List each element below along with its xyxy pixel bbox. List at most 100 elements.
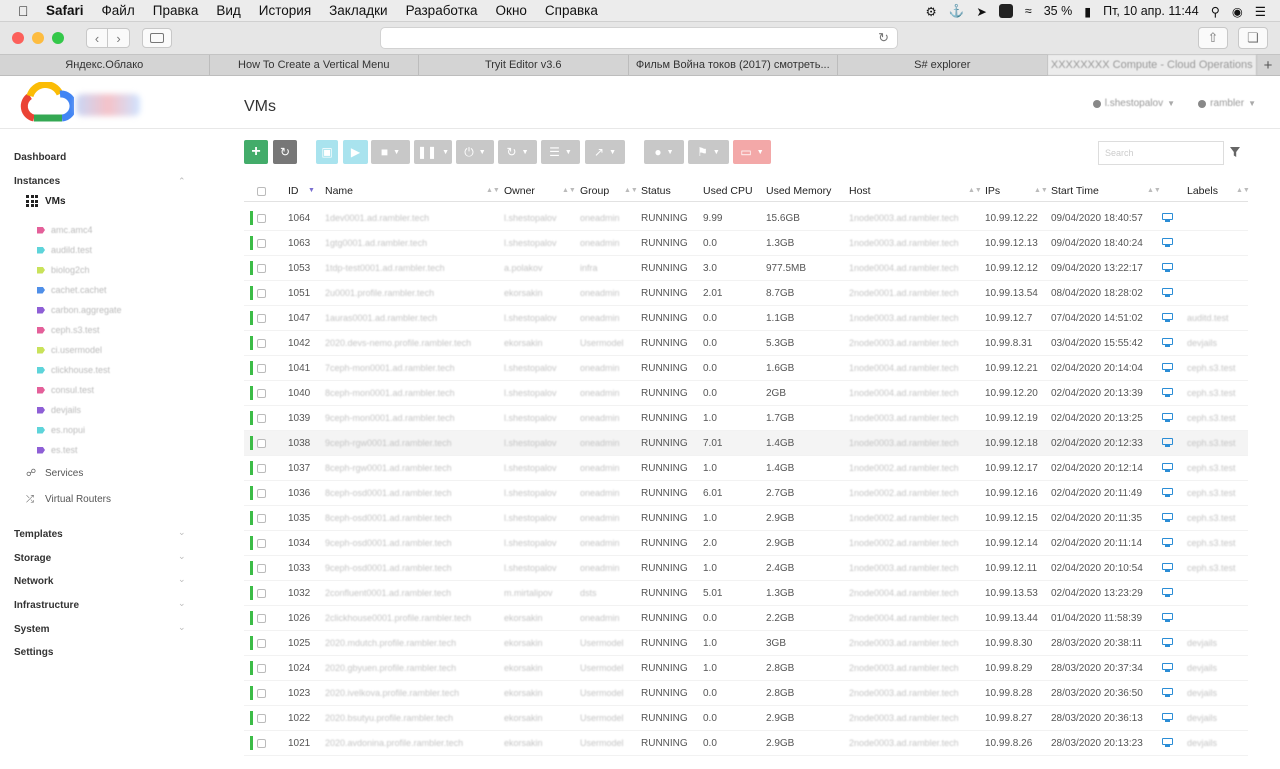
minimize-window-button[interactable] (32, 32, 44, 44)
table-row[interactable]: 1037 8ceph-rgw0001.ad.rambler.tech l.shest… (244, 456, 1248, 481)
spotlight-icon[interactable]: ⚲ (1211, 4, 1220, 19)
tabs-overview-button[interactable]: ❏ (1238, 27, 1268, 49)
pause-menu-button[interactable]: ❚❚ ▼ (414, 140, 452, 164)
lock-menu-button[interactable]: ■ ▼ (371, 140, 410, 164)
browser-tab[interactable]: S# explorer (838, 55, 1048, 75)
table-row[interactable]: 1023 2020.ivelkova.profile.rambler.tech ek… (244, 681, 1248, 706)
telegram-icon[interactable]: ➤ (976, 4, 986, 19)
vnc-console-icon[interactable] (1162, 338, 1173, 347)
notification-center-icon[interactable]: ☰ (1255, 4, 1266, 19)
sort-icon[interactable]: ▲▼ (1147, 187, 1161, 194)
sort-icon[interactable]: ▲▼ (1034, 187, 1048, 194)
wifi-icon[interactable]: ≈ (1025, 4, 1032, 18)
sort-icon[interactable]: ▲▼ (1236, 187, 1250, 194)
table-row[interactable]: 1036 8ceph-osd0001.ad.rambler.tech l.shest… (244, 481, 1248, 506)
table-row[interactable]: 1042 2020.devs-nemo.profile.rambler.tech e… (244, 331, 1248, 356)
vnc-console-icon[interactable] (1162, 438, 1173, 447)
reload-icon[interactable]: ↻ (878, 30, 889, 46)
save-button[interactable]: ▣ (316, 140, 338, 164)
reboot-menu-button[interactable]: ↻ ▼ (498, 140, 537, 164)
col-host[interactable]: Host (849, 185, 871, 197)
row-checkbox[interactable] (257, 614, 266, 623)
vnc-console-icon[interactable] (1162, 263, 1173, 272)
table-row[interactable]: 1038 9ceph-rgw0001.ad.rambler.tech l.shest… (244, 431, 1248, 456)
search-input[interactable]: Search (1098, 141, 1224, 165)
row-checkbox[interactable] (257, 489, 266, 498)
row-checkbox[interactable] (257, 664, 266, 673)
sidebar-item-infrastructure[interactable]: Infrastructure (14, 600, 79, 611)
table-row[interactable]: 1053 1tdp-test0001.ad.rambler.tech a.polak… (244, 256, 1248, 281)
sidebar-tag-item[interactable]: biolog2ch (37, 265, 90, 275)
sidebar-tag-item[interactable]: cachet.cachet (37, 285, 107, 295)
sidebar-item-system[interactable]: System (14, 624, 50, 635)
menu-window[interactable]: Окно (496, 3, 527, 18)
new-tab-button[interactable]: + (1257, 55, 1279, 75)
row-checkbox[interactable] (257, 439, 266, 448)
table-row[interactable]: 1021 2020.avdonina.profile.rambler.tech ek… (244, 731, 1248, 756)
vnc-console-icon[interactable] (1162, 313, 1173, 322)
table-row[interactable]: 1034 9ceph-osd0001.ad.rambler.tech l.shest… (244, 531, 1248, 556)
row-checkbox[interactable] (257, 514, 266, 523)
sidebar-item-templates[interactable]: Templates (14, 529, 63, 540)
sidebar-tag-item[interactable]: consul.test (37, 385, 94, 395)
refresh-button[interactable]: ↻ (273, 140, 297, 164)
zoom-window-button[interactable] (52, 32, 64, 44)
row-checkbox[interactable] (257, 689, 266, 698)
col-status[interactable]: Status (641, 185, 671, 197)
sidebar-item-instances[interactable]: Instances (14, 176, 60, 187)
app-icon[interactable] (998, 4, 1013, 18)
table-row[interactable]: 1026 2clickhouse0001.profile.rambler.tech… (244, 606, 1248, 631)
menu-history[interactable]: История (259, 3, 311, 18)
browser-tab[interactable]: Фильм Война токов (2017) смотреть... (629, 55, 838, 75)
battery-icon[interactable]: ▮ (1084, 4, 1091, 19)
chevron-down-icon[interactable]: ⌄ (178, 551, 186, 562)
sidebar-item-virtual-routers[interactable]: ⤮ Virtual Routers (26, 494, 111, 505)
share-button[interactable]: ⇧ (1198, 27, 1228, 49)
vnc-console-icon[interactable] (1162, 588, 1173, 597)
chevron-down-icon[interactable]: ⌄ (178, 527, 186, 538)
play-button[interactable]: ▶ (343, 140, 368, 164)
row-checkbox[interactable] (257, 414, 266, 423)
sort-icon[interactable]: ▲▼ (968, 187, 982, 194)
row-checkbox[interactable] (257, 714, 266, 723)
sort-desc-icon[interactable]: ▼ (308, 187, 315, 194)
menu-safari[interactable]: Safari (46, 3, 84, 18)
chevron-down-icon[interactable]: ⌄ (178, 598, 186, 609)
row-checkbox[interactable] (257, 464, 266, 473)
row-checkbox[interactable] (257, 739, 266, 748)
vnc-console-icon[interactable] (1162, 663, 1173, 672)
col-memory[interactable]: Used Memory (766, 185, 831, 197)
row-checkbox[interactable] (257, 239, 266, 248)
row-checkbox[interactable] (257, 539, 266, 548)
row-checkbox[interactable] (257, 264, 266, 273)
col-ips[interactable]: IPs (985, 185, 1000, 197)
sidebar-tag-item[interactable]: ceph.s3.test (37, 325, 100, 335)
sidebar-tag-item[interactable]: devjails (37, 405, 81, 415)
table-row[interactable]: 1051 2u0001.profile.rambler.tech ekorsakin… (244, 281, 1248, 306)
browser-tab[interactable]: How To Create a Vertical Menu (210, 55, 419, 75)
row-checkbox[interactable] (257, 389, 266, 398)
zone-menu[interactable]: rambler ▼ (1198, 98, 1256, 109)
sidebar-item-dashboard[interactable]: Dashboard (14, 152, 66, 163)
address-bar[interactable]: ↻ (380, 27, 898, 49)
vnc-console-icon[interactable] (1162, 488, 1173, 497)
vnc-console-icon[interactable] (1162, 638, 1173, 647)
siri-icon[interactable]: ◉ (1232, 4, 1243, 19)
row-checkbox[interactable] (257, 364, 266, 373)
sidebar-tag-item[interactable]: carbon.aggregate (37, 305, 122, 315)
row-checkbox[interactable] (257, 339, 266, 348)
col-name[interactable]: Name (325, 185, 353, 197)
table-row[interactable]: 1025 2020.mdutch.profile.rambler.tech ekor… (244, 631, 1248, 656)
browser-tab-active[interactable]: XXXXXXXX Compute - Cloud Operations (1047, 55, 1257, 75)
sidebar-item-services[interactable]: ☍ Services (26, 468, 83, 479)
table-row[interactable]: 1022 2020.bsutyu.profile.rambler.tech ekor… (244, 706, 1248, 731)
vnc-console-icon[interactable] (1162, 738, 1173, 747)
vnc-console-icon[interactable] (1162, 238, 1173, 247)
col-labels[interactable]: Labels (1187, 185, 1218, 197)
menu-bookmarks[interactable]: Закладки (329, 3, 387, 18)
sidebar-item-vms[interactable]: VMs (26, 195, 66, 207)
vnc-console-icon[interactable] (1162, 413, 1173, 422)
labels-menu-button[interactable]: ⚑ ▼ (688, 140, 729, 164)
sort-icon[interactable]: ▲▼ (562, 187, 576, 194)
vnc-console-icon[interactable] (1162, 513, 1173, 522)
